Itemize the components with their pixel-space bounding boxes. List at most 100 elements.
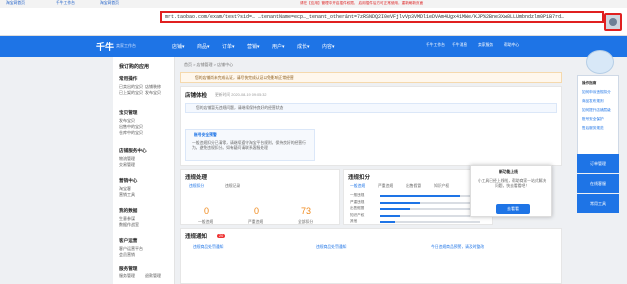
help-item[interactable]: 售后服务规范	[582, 126, 604, 131]
nav-item[interactable]: 订单▾	[222, 43, 235, 50]
bulletin-card: 违规通知 20 违规商品处罚通知 违规商品处罚通知 今日违规商品预警，请及时整改	[180, 228, 562, 284]
tab[interactable]: 千牛工作台	[56, 1, 75, 7]
security-text: 一般违规扣分已清零，请继续遵守淘宝平台规则，保持良好的经营行为，避免违规扣分。如…	[192, 141, 306, 150]
sidebar-item[interactable]: 退款管理	[145, 273, 161, 279]
bulletin-item[interactable]: 今日违规商品预警，请及时整改	[431, 245, 484, 250]
address-bar[interactable]: mrt.taobao.com/exam/test?sid=… …tenantNa…	[160, 11, 604, 23]
sidebar-section-head: 宝贝管理	[119, 110, 138, 115]
header-link[interactable]: 帮助中心	[504, 43, 519, 48]
sidebar-section-head: 常用操作	[119, 76, 138, 81]
sidebar-item[interactable]: 交易管理	[119, 162, 135, 168]
score-tab[interactable]: 知识产权	[434, 184, 449, 189]
nav-item[interactable]: 店铺▾	[172, 43, 185, 50]
score-row-label: 知识产权	[350, 212, 365, 217]
security-card: 账号安全预警 一般违规扣分已清零，请继续遵守淘宝平台规则，保持良好的经营行为，避…	[185, 129, 315, 161]
violations-title: 违规处理	[185, 175, 208, 181]
sidebar-item[interactable]: 发布宝贝	[145, 90, 161, 96]
header-link[interactable]: 千牛消息	[452, 43, 467, 48]
nav-item[interactable]: 用户▾	[272, 43, 285, 50]
help-panel: 操作指南 如何申诉违规扣分 商品发布规则 如何提升店铺层级 账号安全保护 售后服…	[577, 75, 619, 163]
header-link[interactable]: 千牛工作台	[426, 43, 445, 48]
browser-chrome: 淘宝网首页 千牛工作台 淘宝网首页 请在【应用】管理中开启插件权限， 启用插件后…	[0, 0, 627, 36]
score-row-label: 一般违规	[350, 193, 365, 197]
violations-stat-value: 0	[254, 206, 260, 216]
nav-item[interactable]: 商品▾	[197, 43, 210, 50]
help-item: 操作指南	[582, 81, 597, 85]
sidebar-section-head: 我的数据	[119, 208, 138, 213]
sidebar-section-head: 客户运营	[119, 238, 138, 243]
help-item[interactable]: 如何提升店铺层级	[582, 108, 611, 113]
sidebar-item[interactable]: 已上架的宝贝	[119, 90, 143, 96]
sidebar-section-head: 营销中心	[119, 178, 138, 183]
store-check-time: 更新时间 2020-08-19 09:05:32	[215, 93, 267, 97]
sidebar-section-head: 服务管理	[119, 266, 138, 271]
help-item[interactable]: 如何申诉违规扣分	[582, 90, 611, 95]
violations-card: 违规处理 违规扣分 违规记录 0 一般违规 0 严重违规 73 全部扣分	[180, 169, 340, 225]
breadcrumb[interactable]: 首页 > 店铺管理 > 店铺中心	[184, 62, 233, 68]
help-item[interactable]: 账号安全保护	[582, 117, 604, 122]
bulletin-title: 违规通知	[185, 234, 208, 240]
online-service-button[interactable]: 在线客服	[577, 174, 619, 193]
header-link[interactable]: 卖家服务	[478, 43, 493, 48]
violations-stat-label: 全部扣分	[298, 220, 314, 224]
score-row-bar-fill	[380, 221, 395, 223]
violations-stat-label: 严重违规	[248, 220, 264, 224]
store-status-text: 您的店铺暂无违规问题，请继续保持良好的经营状态	[196, 106, 284, 110]
app-logo[interactable]: 千牛	[96, 40, 114, 53]
score-row-bar	[380, 221, 480, 223]
bulletin-item[interactable]: 违规商品处罚通知	[193, 245, 223, 250]
score-row-bar	[380, 208, 480, 210]
sidebar: 我订购的应用 常用操作 已卖出的宝贝 店铺装修 已上架的宝贝 发布宝贝 宝贝管理…	[113, 57, 175, 284]
store-check-card: 店铺体检 更新时间 2020-08-19 09:05:32 您的店铺暂无违规问题…	[180, 86, 562, 166]
score-row-bar	[380, 214, 480, 217]
score-row-label: 其他	[350, 219, 358, 223]
violations-stat-value: 0	[204, 206, 210, 216]
score-row-bar-fill	[380, 201, 420, 204]
tools-button[interactable]: 常用工具	[577, 194, 619, 213]
score-row-bar-fill	[380, 214, 400, 217]
sidebar-item[interactable]: 仓库中的宝贝	[119, 130, 143, 136]
notice-bar: 您的店铺尚未完成认证，请尽快完成认证以免影响正常经营	[180, 72, 562, 83]
order-manage-button[interactable]: 订单管理	[577, 154, 619, 173]
app-logo-subtitle: 卖家工作台	[116, 43, 136, 48]
score-tab[interactable]: 一般违规	[350, 184, 365, 189]
feature-popup: 新功能上线 小工具已经上线啦，帮助商家一站式解决问题，快去看看吧！ 去看看	[470, 165, 552, 217]
score-tab[interactable]: 严重违规	[378, 184, 393, 189]
nav-item[interactable]: 内容▾	[322, 43, 335, 50]
sidebar-item[interactable]: 数据作战室	[119, 222, 139, 228]
extension-banner: 请在【应用】管理中开启插件权限， 启用插件后方可正常使用，重新刷新页面	[300, 1, 424, 5]
help-item[interactable]: 商品发布规则	[582, 99, 604, 104]
mascot-icon[interactable]	[586, 50, 614, 74]
store-status: 您的店铺暂无违规问题，请继续保持良好的经营状态	[185, 103, 557, 113]
violations-stat-value: 73	[301, 206, 312, 216]
violations-stat-label: 一般违规	[198, 220, 214, 224]
extension-icon[interactable]	[604, 13, 622, 31]
score-row-label: 严重违规	[350, 199, 365, 204]
tab[interactable]: 淘宝网首页	[6, 1, 25, 7]
popup-title: 新功能上线	[499, 170, 518, 174]
violations-tab[interactable]: 违规扣分	[189, 184, 204, 189]
sidebar-section-head: 店铺服务中心	[119, 148, 147, 153]
tab[interactable]: 淘宝网首页	[100, 1, 119, 7]
score-row-label: 出售假冒	[350, 206, 365, 210]
sidebar-item[interactable]: 服务管理	[119, 273, 135, 279]
score-row-bar-fill	[380, 208, 410, 210]
bulletin-item[interactable]: 违规商品处罚通知	[316, 245, 346, 250]
security-title: 账号安全预警	[194, 133, 217, 137]
top-header	[0, 36, 627, 57]
sidebar-item[interactable]: 会员营销	[119, 252, 135, 258]
nav-item[interactable]: 成长▾	[297, 43, 310, 50]
sidebar-item[interactable]: 营销工具	[119, 192, 135, 198]
sidebar-title: 我订购的应用	[119, 64, 150, 70]
store-check-title: 店铺体检	[185, 93, 208, 99]
nav-item[interactable]: 营销▾	[247, 43, 260, 50]
violations-tab[interactable]: 违规记录	[225, 184, 240, 189]
bulletin-count-badge: 20	[217, 234, 226, 238]
score-row-bar-fill	[380, 195, 460, 197]
score-row-bar	[380, 195, 480, 197]
score-title: 违规扣分	[348, 175, 371, 181]
score-tab[interactable]: 出售假冒	[406, 184, 421, 189]
score-row-bar	[380, 201, 480, 204]
popup-action-button[interactable]: 去看看	[496, 204, 530, 214]
popup-text: 小工具已经上线啦，帮助商家一站式解决问题，快去看看吧！	[477, 179, 547, 188]
